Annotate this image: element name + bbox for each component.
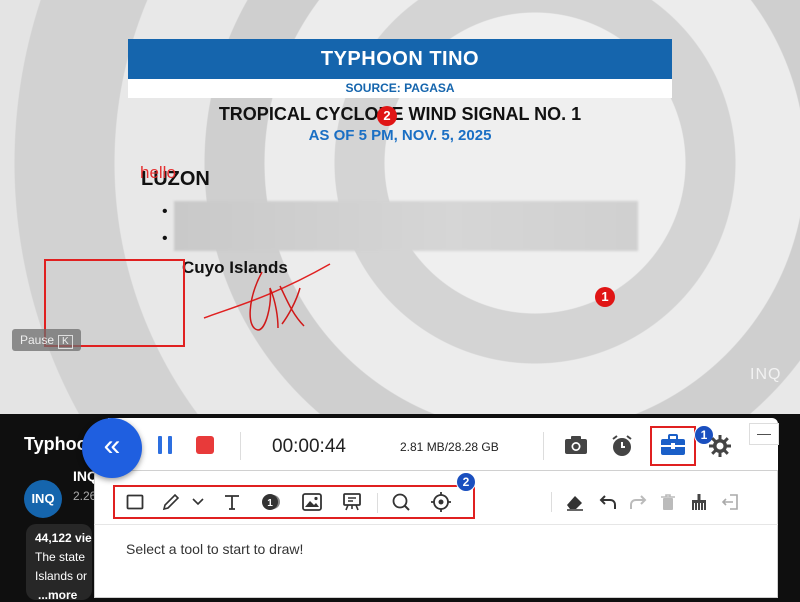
eraser-tool[interactable] — [564, 491, 586, 513]
chevron-down-icon — [192, 498, 204, 506]
bullet: • — [162, 203, 168, 220]
delete-button[interactable] — [657, 491, 679, 513]
pause-recording-button[interactable] — [156, 436, 176, 456]
stop-recording-button[interactable] — [196, 436, 214, 454]
redo-icon — [630, 495, 647, 509]
whiteboard-tool[interactable] — [340, 491, 364, 513]
undo-button[interactable] — [597, 491, 619, 513]
redo-button[interactable] — [627, 491, 649, 513]
minimize-button[interactable]: — — [749, 423, 779, 445]
numbered-marker-icon: 1 — [262, 494, 280, 510]
step-badge-2: 2 — [456, 472, 476, 492]
settings-button[interactable] — [707, 433, 733, 459]
text-icon — [225, 495, 239, 510]
signal-date: AS OF 5 PM, NOV. 5, 2025 — [308, 127, 492, 144]
exit-icon — [721, 494, 738, 510]
magnifier-tool[interactable] — [390, 491, 412, 513]
toolbox-icon — [661, 434, 685, 455]
rectangle-tool[interactable] — [124, 492, 146, 512]
video-frame[interactable]: TYPHOON TINO SOURCE: PAGASA TROPICAL CYC… — [0, 0, 800, 414]
signal-title: TROPICAL CYCLONE WIND SIGNAL NO. 1 — [218, 104, 582, 124]
screenshot-button[interactable] — [563, 434, 589, 456]
description-line: Islands or — [35, 569, 88, 583]
pencil-icon — [162, 493, 180, 511]
divider — [543, 432, 544, 460]
text-tool[interactable] — [221, 491, 243, 513]
number-marker-tool[interactable]: 1 — [259, 491, 283, 513]
eraser-icon — [567, 496, 583, 511]
draw-hint: Select a tool to start to draw! — [126, 541, 304, 557]
banner-title: TYPHOON TINO — [128, 39, 672, 79]
divider — [377, 493, 378, 513]
crosshair-icon — [431, 492, 451, 512]
divider — [240, 432, 241, 460]
schedule-button[interactable] — [609, 433, 635, 459]
trash-icon — [661, 494, 675, 510]
pause-hint: Pause K — [12, 329, 81, 351]
spotlight-tool[interactable] — [429, 490, 453, 514]
subscriber-count: 2.26 — [73, 489, 97, 503]
magnifier-icon — [392, 493, 410, 511]
gear-icon — [709, 435, 731, 457]
pause-icon — [158, 436, 162, 454]
annotation-text: hello — [140, 163, 176, 182]
pause-label: Pause — [20, 333, 55, 347]
description-line: The state — [35, 550, 86, 564]
svg-text:1: 1 — [267, 498, 273, 509]
camera-icon — [565, 436, 587, 454]
pause-key: K — [58, 335, 73, 349]
whiteboard-icon — [343, 493, 361, 511]
undo-icon — [599, 495, 616, 509]
channel-avatar[interactable]: INQ — [24, 480, 62, 518]
divider — [94, 524, 778, 525]
watermark: INQ — [750, 366, 782, 383]
broom-icon — [692, 494, 706, 510]
blurred-content — [174, 201, 638, 251]
toolbox-button[interactable] — [659, 433, 687, 457]
collapse-button[interactable]: « — [82, 418, 142, 478]
rectangle-icon — [126, 494, 144, 510]
file-size: 2.81 MB/28.28 GB — [400, 440, 499, 454]
exit-draw-button[interactable] — [719, 491, 741, 513]
recording-timer: 00:00:44 — [272, 436, 346, 457]
clear-all-button[interactable] — [688, 491, 710, 513]
annotation-scribble — [203, 263, 331, 331]
pause-icon — [168, 436, 172, 454]
alarm-clock-icon — [612, 435, 632, 456]
view-count: 44,122 vie — [35, 531, 92, 545]
pen-tool[interactable] — [160, 491, 182, 513]
more-link[interactable]: ...more — [38, 588, 77, 602]
image-tool[interactable] — [300, 491, 324, 513]
image-icon — [302, 493, 322, 511]
banner-source: SOURCE: PAGASA — [128, 79, 672, 98]
divider — [551, 492, 552, 512]
marker-2: 2 — [377, 106, 397, 126]
bullet: • — [162, 230, 168, 247]
video-title[interactable]: Typhoo — [24, 434, 88, 455]
pen-dropdown[interactable] — [188, 494, 208, 510]
marker-1: 1 — [595, 287, 615, 307]
